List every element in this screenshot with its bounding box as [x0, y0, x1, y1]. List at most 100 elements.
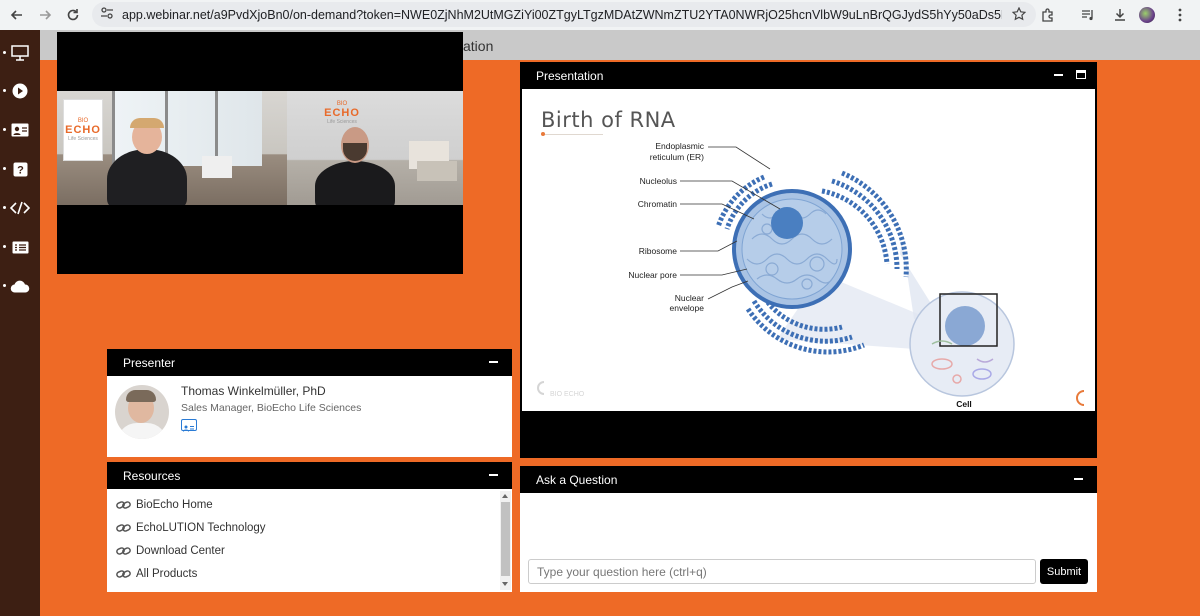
resource-label[interactable]: Download Center: [136, 545, 225, 557]
resource-label[interactable]: BioEcho Home: [136, 499, 213, 511]
office-chair: [202, 156, 232, 178]
contact-card-icon: [11, 123, 29, 137]
resources-scrollbar[interactable]: [500, 491, 511, 590]
page-title-fragment: ation: [463, 38, 494, 54]
scroll-down-arrow[interactable]: [502, 582, 508, 586]
link-icon: [116, 501, 131, 509]
indicator-dot: [3, 128, 6, 131]
minimize-icon[interactable]: [1054, 74, 1063, 76]
sidebar-item-embed[interactable]: [0, 193, 40, 223]
indicator-dot: [3, 51, 6, 54]
sidebar-item-question[interactable]: ?: [0, 154, 40, 184]
presenter-panel-title: Presenter: [123, 355, 176, 370]
resource-label[interactable]: EchoLUTION Technology: [136, 522, 266, 534]
address-bar[interactable]: app.webinar.net/a9PvdXjoBn0/on-demand?to…: [92, 2, 1036, 27]
sidebar-item-media[interactable]: [0, 76, 40, 106]
scroll-thumb[interactable]: [501, 502, 510, 576]
svg-text:?: ?: [17, 164, 24, 176]
ask-question-title: Ask a Question: [536, 472, 618, 487]
resource-link-all-products[interactable]: All Products: [116, 568, 197, 580]
slide-logo-text: BIO ECHO: [550, 391, 585, 398]
sidebar-item-cloud[interactable]: [0, 271, 40, 301]
avatar-shirt: [117, 423, 167, 439]
resources-list: BioEcho Home EchoLUTION Technology Downl…: [107, 489, 499, 592]
logo-subtitle-text: Life Sciences: [68, 136, 98, 142]
presenter-panel: Presenter Thomas Winkelmüller, PhD Sales…: [107, 349, 512, 457]
play-icon: [12, 83, 28, 99]
resource-link-bioecho-home[interactable]: BioEcho Home: [116, 499, 213, 511]
presenter-left-hair: [130, 118, 164, 128]
collapse-icon[interactable]: [489, 361, 498, 363]
link-icon: [116, 570, 131, 578]
site-info-icon[interactable]: [100, 6, 114, 24]
camera-feed-right: BIO ECHO Life Sciences: [287, 91, 463, 205]
logo-subtitle-text: Life Sciences: [327, 119, 357, 125]
list-icon: [12, 241, 28, 253]
presenter-contact-card-icon[interactable]: [181, 419, 197, 432]
bioecho-wall-logo: BIO ECHO Life Sciences: [317, 95, 367, 131]
submit-button[interactable]: Submit: [1040, 559, 1088, 584]
extensions-icon[interactable]: [1034, 1, 1062, 29]
resource-link-echolution[interactable]: EchoLUTION Technology: [116, 522, 266, 534]
media-control-icon[interactable]: [1074, 1, 1102, 29]
indicator-dot: [3, 284, 6, 287]
presenter-right-body: [315, 161, 395, 205]
presentation-title: Presentation: [536, 68, 604, 83]
cloud-icon: [10, 280, 30, 293]
label-er: Endoplasmic: [655, 141, 704, 151]
code-icon: [10, 201, 30, 215]
left-sidebar: ?: [0, 30, 40, 616]
room-sofa: [417, 161, 457, 181]
bookmark-star-icon[interactable]: [1011, 6, 1027, 26]
maximize-icon[interactable]: [1076, 70, 1086, 79]
slide-watermark-logo: BIO ECHO: [537, 381, 585, 398]
avatar-hair: [126, 390, 156, 402]
nucleolus: [771, 207, 803, 239]
bioecho-logo-board: BIO ECHO Life Sciences: [63, 99, 103, 161]
resource-label[interactable]: All Products: [136, 568, 197, 580]
label-envelope: Nuclear: [675, 293, 704, 303]
menu-kebab-icon[interactable]: [1166, 1, 1194, 29]
indicator-dot: [3, 206, 6, 209]
collapse-icon[interactable]: [489, 474, 498, 476]
presenter-role: Sales Manager, BioEcho Life Sciences: [181, 402, 362, 414]
url-text[interactable]: app.webinar.net/a9PvdXjoBn0/on-demand?to…: [122, 8, 1002, 22]
scroll-up-arrow[interactable]: [502, 494, 508, 498]
presenter-left-body: [107, 149, 187, 205]
presenter-name: Thomas Winkelmüller, PhD: [181, 384, 326, 398]
label-cell: Cell: [956, 399, 972, 409]
logo-echo-text: ECHO: [65, 124, 101, 136]
link-icon: [116, 547, 131, 555]
indicator-dot: [3, 245, 6, 248]
video-player[interactable]: BIO ECHO Life Sciences BIO ECHO Life Sci…: [57, 32, 463, 274]
question-input[interactable]: [528, 559, 1036, 584]
back-icon[interactable]: [3, 1, 31, 29]
video-frame: BIO ECHO Life Sciences BIO ECHO Life Sci…: [57, 91, 463, 205]
avatar: [115, 385, 169, 439]
camera-feed-left: BIO ECHO Life Sciences: [57, 91, 287, 205]
cell-nucleus: [945, 306, 985, 346]
resources-panel: Resources BioEcho Home EchoLUTION Techno…: [107, 462, 512, 592]
indicator-dot: [3, 167, 6, 170]
link-icon: [116, 524, 131, 532]
resources-header: Resources: [107, 462, 512, 489]
ask-question-header: Ask a Question: [520, 466, 1097, 493]
label-er-2: reticulum (ER): [650, 152, 704, 162]
presentation-slide: Birth of RNA Endoplasmic reticulum (ER) …: [522, 89, 1095, 411]
sidebar-item-presentation[interactable]: [0, 38, 40, 68]
presenter-header: Presenter: [107, 349, 512, 376]
presentation-panel: Presentation Birth of RNA Endoplasmic re…: [520, 62, 1097, 458]
question-icon: ?: [13, 162, 27, 176]
profile-avatar[interactable]: [1133, 1, 1161, 29]
download-icon[interactable]: [1106, 1, 1134, 29]
sidebar-item-resources[interactable]: [0, 232, 40, 262]
reload-icon[interactable]: [59, 1, 87, 29]
label-envelope-2: envelope: [669, 303, 704, 313]
cell-diagram: Endoplasmic reticulum (ER) Nucleolus Chr…: [537, 141, 1085, 409]
collapse-icon[interactable]: [1074, 478, 1083, 480]
resource-link-download-center[interactable]: Download Center: [116, 545, 225, 557]
forward-icon[interactable]: [31, 1, 59, 29]
label-pore: Nuclear pore: [628, 270, 677, 280]
sidebar-item-presenter[interactable]: [0, 115, 40, 145]
indicator-dot: [3, 89, 6, 92]
